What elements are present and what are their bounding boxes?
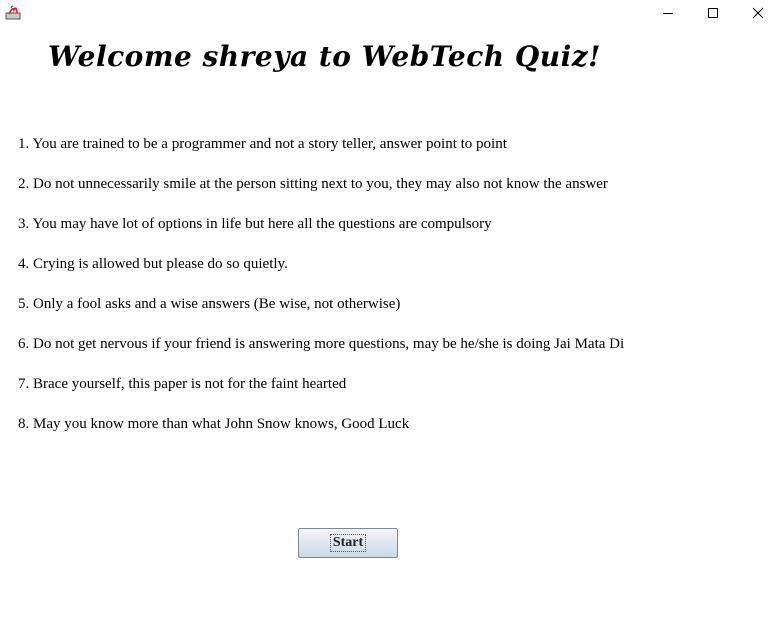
close-button[interactable] — [735, 0, 779, 26]
start-button[interactable]: Start — [298, 528, 398, 558]
rule-item: 4. Crying is allowed but please do so qu… — [18, 256, 288, 272]
rule-item: 6. Do not get nervous if your friend is … — [18, 336, 625, 352]
rules-list: 1. You are trained to be a programmer an… — [18, 134, 624, 454]
close-icon — [752, 7, 764, 19]
rule-item: 7. Brace yourself, this paper is not for… — [18, 376, 347, 392]
maximize-icon — [708, 8, 718, 18]
java-app-icon[interactable] — [5, 4, 21, 20]
rule-item: 2. Do not unnecessarily smile at the per… — [18, 176, 608, 192]
rule-item: 1. You are trained to be a programmer an… — [18, 136, 507, 152]
minimize-button[interactable] — [645, 0, 691, 26]
welcome-heading: Welcome shreya to WebTech Quiz! — [48, 40, 601, 73]
rule-item: 5. Only a fool asks and a wise answers (… — [18, 296, 401, 312]
rule-item: 3. You may have lot of options in life b… — [18, 216, 492, 232]
start-button-label: Start — [329, 534, 367, 552]
rule-item: 8. May you know more than what John Snow… — [18, 416, 410, 432]
window-titlebar — [0, 0, 779, 26]
minimize-icon — [663, 13, 673, 14]
maximize-button[interactable] — [690, 0, 736, 26]
